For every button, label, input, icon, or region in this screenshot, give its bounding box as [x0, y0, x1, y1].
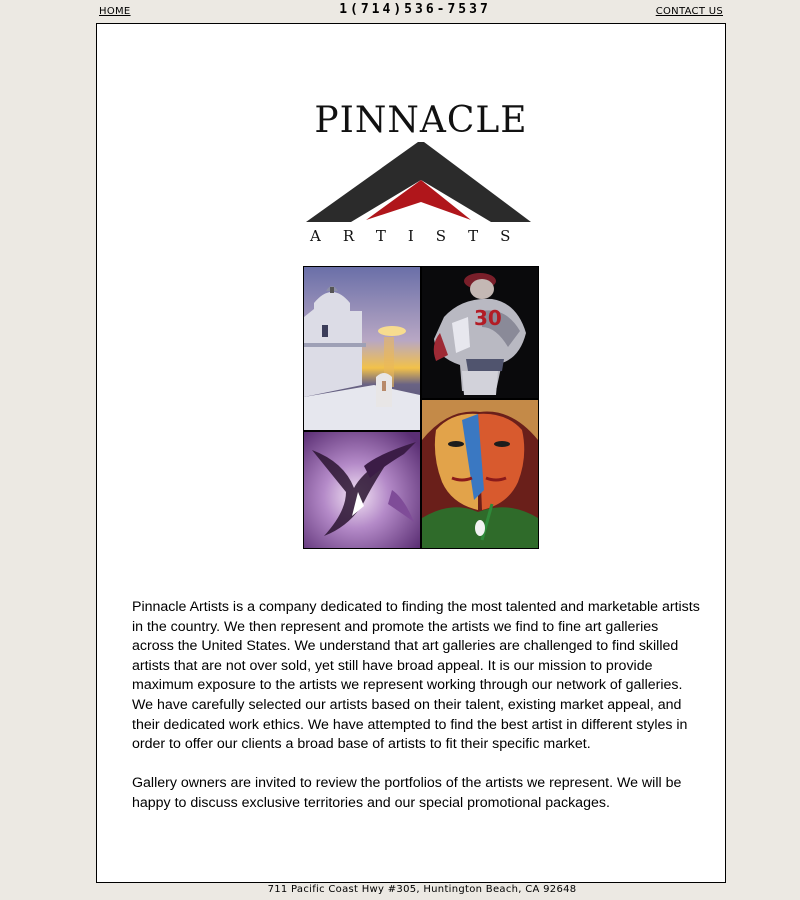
mountain-peak-icon	[306, 142, 531, 222]
footer-address: 711 Pacific Coast Hwy #305, Huntington B…	[267, 884, 577, 895]
pinnacle-artists-logo: PINNACLE ARTISTS	[306, 100, 536, 250]
logo-title: PINNACLE	[314, 100, 528, 141]
contact-us-link[interactable]: CONTACT US	[656, 6, 723, 17]
two-faces-portrait-painting[interactable]	[421, 399, 539, 549]
top-navigation-bar: HOME 1(714)536-7537 CONTACT US	[0, 0, 800, 22]
baseball-pitcher-painting[interactable]: 30	[421, 266, 539, 399]
logo-subtitle: ARTISTS	[310, 227, 533, 245]
svg-text:30: 30	[474, 306, 502, 330]
intro-paragraph: Pinnacle Artists is a company dedicated …	[132, 599, 700, 753]
gallery-owners-paragraph: Gallery owners are invited to review the…	[132, 775, 682, 811]
about-text: Pinnacle Artists is a company dedicated …	[132, 598, 702, 833]
santorini-church-painting[interactable]	[303, 266, 421, 431]
purple-abstract-painting[interactable]	[303, 431, 421, 549]
